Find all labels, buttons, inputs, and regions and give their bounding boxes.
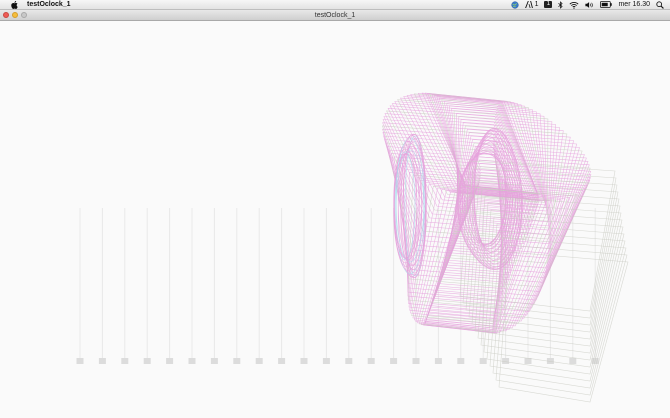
screen: testOclock_1 1 1 mer 16.30 testOclock_1 [0,0,670,418]
menubar: testOclock_1 1 1 mer 16.30 [0,0,670,10]
globe-icon[interactable] [510,0,519,10]
apple-logo-icon[interactable] [10,0,18,9]
window-title: testOclock_1 [314,12,356,19]
wireframe-quad [498,251,629,403]
clock-bar-base [479,358,487,364]
notification-badge[interactable]: 1 [544,1,553,8]
clock-bar-base [457,358,465,364]
bluetooth-icon[interactable] [558,0,564,10]
sketch-canvas[interactable] [0,21,670,418]
clock-bar-base [210,358,218,364]
adobe-count: 1 [534,0,539,8]
clock-bar-base [166,358,174,364]
status-area: 1 1 mer 16.30 [505,0,670,10]
clock-bar-base [233,358,241,364]
clock-bar-base [300,358,308,364]
clock-bar-base [143,358,151,364]
clock-bar-base [322,358,330,364]
wifi-icon[interactable] [569,0,579,10]
clock-bar-base [524,358,532,364]
window-titlebar[interactable]: testOclock_1 [0,10,670,21]
clock-bar-base [278,358,286,364]
clock-bar-base [502,358,510,364]
app-name-menu[interactable]: testOclock_1 [27,0,71,10]
sketch-drawing [76,92,629,403]
clock-bar-base [121,358,129,364]
clock-bar-base [412,358,420,364]
clock-bar-base [569,358,577,364]
adobe-menu-item[interactable]: 1 [524,0,539,10]
clock-bar-base [434,358,442,364]
spotlight-search-icon[interactable] [656,0,664,10]
menubar-clock[interactable]: mer 16.30 [618,0,650,10]
clock-bar-base [188,358,196,364]
battery-icon[interactable] [600,0,613,10]
clock-bar-base [345,358,353,364]
volume-icon[interactable] [585,0,594,10]
clock-bar-base [76,358,84,364]
clock-bar-base [367,358,375,364]
adobe-icon [524,1,533,8]
clock-bar-base [390,358,398,364]
clock-bar-base [255,358,263,364]
clock-bar-base [98,358,106,364]
